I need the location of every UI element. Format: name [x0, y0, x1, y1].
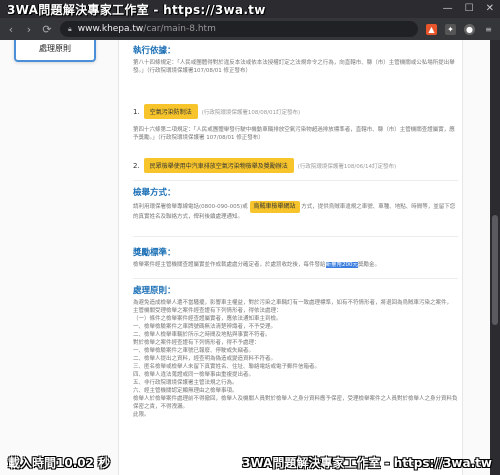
- law-item-1: 1. 空氣污染防制法 (行政院環境保護署108/08/01訂定發布): [133, 104, 300, 119]
- principle-line: 二、檢舉人檢舉車輛於所示之時間及地點與事實不符者。: [133, 332, 271, 338]
- reward-section: 獎勵標準： 檢舉案件經主管機關查證屬實並作成裁處處分確定者，於處罰收訖後，每件發…: [133, 246, 458, 269]
- principle-line: 主管機關受理檢舉之案件經查證有下列情形者，得依法處理：: [133, 308, 282, 314]
- exec-basis-text: 第八十四條規定：「人民或團體得對於違反本法或依本法授權訂定之法規命令之行為，向直…: [133, 60, 455, 74]
- page-scrollbar[interactable]: [490, 40, 500, 475]
- reload-button[interactable]: ⟳: [42, 23, 52, 36]
- forward-button[interactable]: ›: [24, 23, 34, 36]
- window-title: 3WA問題解決專家工作室 - https://3wa.tw: [7, 3, 266, 17]
- law-item-1-note: (行政院環境保護署108/08/01訂定發布): [201, 109, 301, 116]
- reward-text-post: 獎勵金。: [358, 262, 381, 268]
- menu-icon[interactable]: ≡: [483, 24, 494, 35]
- law-item-2: 2. 民眾檢舉使用中汽車排放空氣污染物檢舉及獎勵辦法 (行政院環境保護署108/…: [133, 158, 396, 173]
- watermark-overlay: 3WA問題解決專家工作室 - https://3wa.tw: [242, 456, 492, 470]
- report-method-heading: 檢舉方式：: [133, 188, 176, 198]
- principle-line: 為避免造成檢舉人遭不當騷擾，影響車主權益，對於污染之車輛訂有一致處理標準，如有不…: [133, 300, 453, 306]
- law-item-1-number: 1.: [133, 107, 140, 116]
- url-path: /car/main-8.htm: [143, 24, 216, 34]
- maximize-button[interactable]: ☐: [465, 3, 474, 14]
- principle-line: 對於檢舉之案件經查證有下列情形者，得不予處理：: [133, 340, 260, 346]
- back-button[interactable]: ‹: [6, 23, 16, 36]
- report-method-section: 檢舉方式： 請利用環保署檢舉專線電話(0800-090-005)或 烏賊車檢舉網…: [133, 186, 458, 221]
- load-time-overlay: 載入時間10.02 秒: [8, 456, 111, 470]
- reward-text: 檢舉案件經主管機關查證屬實並作成裁處處分確定者，於處罰收訖後，每件發給新臺幣20…: [133, 261, 458, 269]
- divider: [133, 236, 458, 237]
- address-bar[interactable]: 🔒︎ www.khepa.tw/car/main-8.htm: [60, 21, 418, 37]
- principle-line: 二、檢舉人提出之資料，經查明為偽造或變造資料不符者。: [133, 356, 277, 362]
- browser-toolbar: ‹ › ⟳ 🔒︎ www.khepa.tw/car/main-8.htm ▲ ✦…: [0, 18, 500, 40]
- reward-heading: 獎勵標準：: [133, 248, 176, 258]
- sidebar-card[interactable]: 處理原則: [14, 40, 96, 62]
- scrollbar-thumb[interactable]: [492, 215, 498, 325]
- main-content: 執行依據： 第八十四條規定：「人民或團體得對於違反本法或依本法授權訂定之法規命令…: [118, 40, 463, 475]
- principle-line: 三、匿名檢舉或檢舉人未留下真實姓名、住址、聯絡電話或電子郵件信箱者。: [133, 364, 321, 370]
- url-host: www.khepa.tw: [77, 24, 144, 34]
- smoky-car-report-site-button[interactable]: 烏賊車檢舉網站: [249, 201, 300, 213]
- reward-rules-button[interactable]: 民眾檢舉使用中汽車排放空氣污染物檢舉及獎勵辦法: [143, 158, 294, 173]
- law-item-1-detail: 第四十六條第二項規定：「人民或團體舉發行駛中機動車輛排放空氣污染物超過排放標準者…: [133, 126, 458, 142]
- law-item-1-text: 第四十六條第二項規定：「人民或團體舉發行駛中機動車輛排放空氣污染物超過排放標準者…: [133, 127, 455, 141]
- principle-line: 五、非行政院環境保護署主管法規之行為。: [133, 380, 238, 386]
- principle-line: （一）條件之檢舉案件經查證屬實者，應依法通知車主到檢。: [133, 316, 282, 322]
- report-method-text-pre: 請利用環保署檢舉專線電話(0800-090-005)或: [133, 204, 248, 210]
- extension-icon[interactable]: ✦: [445, 23, 456, 35]
- principle-line: 六、經主管機關認定顯無理由之檢舉事項。: [133, 388, 238, 394]
- principle-line: 檢舉人於檢舉案件處理前不得撤回，檢舉人及機關人員對於檢舉人之身分資料應予保密，受…: [133, 396, 458, 410]
- window-controls: — ☐ ✕: [443, 3, 494, 14]
- close-button[interactable]: ✕: [486, 3, 494, 14]
- brave-shield-icon[interactable]: ▲: [426, 23, 437, 35]
- report-method-text: 請利用環保署檢舉專線電話(0800-090-005)或 烏賊車檢舉網站 方式，提…: [133, 201, 458, 221]
- reward-amount-highlight: 新臺幣200元: [325, 262, 359, 268]
- divider: [133, 180, 458, 181]
- page-viewport: 處理原則 執行依據： 第八十四條規定：「人民或團體得對於違反本法或依本法授權訂定…: [0, 40, 490, 475]
- air-pollution-law-button[interactable]: 空氣污染防制法: [143, 104, 198, 119]
- principle-line: 四、檢舉人違法蒐證或同一檢舉事由重複提出者。: [133, 372, 255, 378]
- principle-section: 處理原則： 為避免造成檢舉人遭不當騷擾，影響車主權益，對於污染之車輛訂有一致處理…: [133, 284, 458, 419]
- principle-line: 此限。: [133, 412, 150, 418]
- profile-icon[interactable]: ●: [464, 23, 475, 35]
- reward-text-pre: 檢舉案件經主管機關查證屬實並作成裁處處分確定者，於處罰收訖後，每件發給: [133, 262, 326, 268]
- window-titlebar: 3WA問題解決專家工作室 - https://3wa.tw — ☐ ✕: [0, 0, 500, 18]
- principle-line: 一、檢舉檢驗案件之車牌號碼無法清楚辨識者，不予受理。: [133, 324, 277, 330]
- lock-icon: 🔒︎: [68, 24, 72, 33]
- principle-heading: 處理原則：: [133, 286, 176, 296]
- principle-line: 一、檢舉檢驗案件之車號已報廢、停駛或失竊者。: [133, 348, 255, 354]
- law-item-2-note: (行政院環境保護署108/06/14訂定發布): [297, 163, 397, 170]
- exec-basis-heading: 執行依據：: [133, 46, 176, 56]
- law-item-2-number: 2.: [133, 161, 140, 170]
- exec-basis-section: 執行依據： 第八十四條規定：「人民或團體得對於違反本法或依本法授權訂定之法規命令…: [133, 44, 458, 75]
- minimize-button[interactable]: —: [443, 3, 453, 14]
- divider: [133, 278, 458, 279]
